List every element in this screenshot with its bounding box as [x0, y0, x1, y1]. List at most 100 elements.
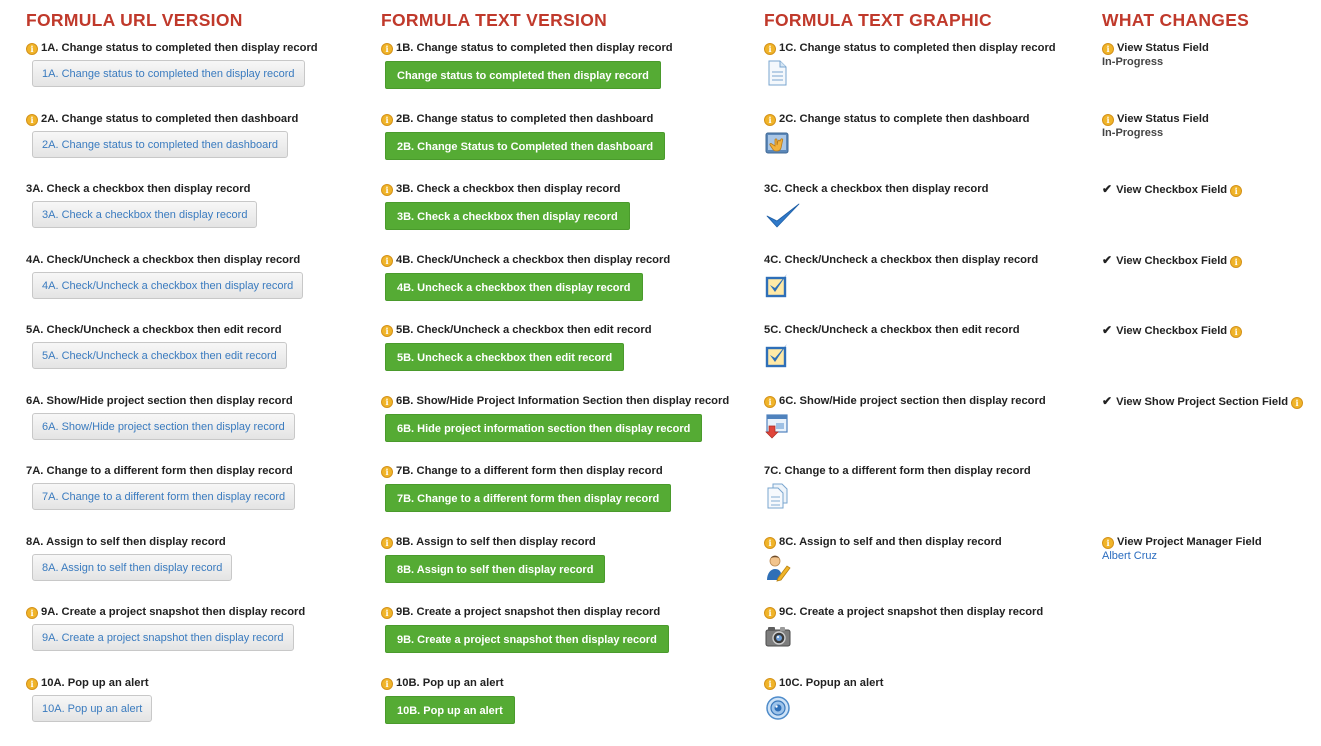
url-action-button[interactable]: 8A. Assign to self then display record	[32, 554, 233, 581]
checked-box-icon[interactable]	[765, 272, 789, 298]
info-icon[interactable]: i	[764, 537, 776, 549]
what-changes-field-name: View Checkbox Field	[1116, 255, 1228, 267]
what-changes-cell: i View Status Field In-Progress	[1102, 112, 1321, 182]
text-version-label-text: 9B. Create a project snapshot then displ…	[396, 606, 661, 618]
info-icon[interactable]: i	[381, 114, 393, 126]
info-icon[interactable]: i	[764, 396, 776, 408]
text-action-button[interactable]: 3B. Check a checkbox then display record	[385, 202, 630, 230]
url-action-button[interactable]: 5A. Check/Uncheck a checkbox then edit r…	[32, 342, 287, 369]
url-version-title: FORMULA URL VERSION	[26, 10, 243, 30]
info-icon[interactable]: i	[1102, 43, 1114, 55]
what-changes-cell: i View Project Manager Field Albert Cruz	[1102, 535, 1321, 605]
text-graphic-label: 5C. Check/Uncheck a checkbox then edit r…	[764, 323, 1020, 337]
text-action-button[interactable]: 8B. Assign to self then display record	[385, 555, 606, 583]
text-graphic-label-text: 4C. Check/Uncheck a checkbox then displa…	[764, 254, 1039, 266]
info-icon[interactable]: i	[381, 396, 393, 408]
text-graphic-label-text: 2C. Change status to complete then dashb…	[779, 113, 1030, 125]
text-action-button[interactable]: Change status to completed then display …	[385, 61, 661, 89]
url-version-cell: 7A. Change to a different form then disp…	[26, 464, 371, 534]
info-icon[interactable]: i	[1102, 537, 1114, 549]
info-icon[interactable]: i	[1230, 326, 1243, 338]
checkmark-icon[interactable]	[765, 201, 800, 228]
info-icon[interactable]: i	[764, 114, 776, 126]
document-icon[interactable]	[765, 60, 789, 86]
checkmark-icon: ✔	[1102, 323, 1113, 337]
field-value-link[interactable]: Albert Cruz	[1102, 550, 1157, 562]
info-icon[interactable]: i	[381, 607, 393, 619]
text-action-button[interactable]: 10B. Pop up an alert	[385, 696, 515, 724]
url-version-label: 7A. Change to a different form then disp…	[26, 464, 293, 478]
text-action-button[interactable]: 4B. Uncheck a checkbox then display reco…	[385, 273, 643, 301]
info-icon[interactable]: i	[26, 678, 38, 690]
url-action-button[interactable]: 2A. Change status to completed then dash…	[32, 131, 289, 158]
speaker-icon[interactable]	[765, 695, 790, 721]
text-graphic-cell: 7C. Change to a different form then disp…	[764, 464, 1094, 534]
text-graphic-label-text: 8C. Assign to self and then display reco…	[779, 536, 1002, 548]
text-version-label-text: 10B. Pop up an alert	[396, 677, 504, 689]
what-changes-title: WHAT CHANGES	[1102, 10, 1250, 30]
text-action-button[interactable]: 7B. Change to a different form then disp…	[385, 484, 672, 512]
info-icon[interactable]: i	[764, 678, 776, 690]
url-action-button[interactable]: 7A. Change to a different form then disp…	[32, 483, 296, 510]
text-version-cell: i 1B. Change status to completed then dis…	[381, 41, 761, 111]
info-icon[interactable]: i	[381, 325, 393, 337]
info-icon[interactable]: i	[381, 184, 393, 196]
checked-box-icon[interactable]	[765, 342, 789, 368]
url-action-button[interactable]: 6A. Show/Hide project section then displ…	[32, 413, 295, 440]
info-icon[interactable]: i	[1102, 114, 1114, 126]
url-version-label-text: 9A. Create a project snapshot then displ…	[41, 606, 306, 618]
url-version-label-text: 10A. Pop up an alert	[41, 677, 149, 689]
text-graphic-cell: i 1C. Change status to completed then dis…	[764, 41, 1094, 111]
text-graphic-label: i 10C. Popup an alert	[764, 676, 883, 690]
window-arrow-icon[interactable]	[765, 413, 789, 439]
camera-icon[interactable]	[765, 624, 791, 650]
what-changes-field-name: View Show Project Section Field	[1116, 396, 1289, 408]
text-version-label: i 7B. Change to a different form then dis…	[381, 464, 663, 478]
documents-icon[interactable]	[765, 483, 789, 509]
dashboard-hand-icon[interactable]	[765, 131, 789, 157]
text-version-label: i 2B. Change status to completed then das…	[381, 112, 653, 126]
info-icon[interactable]: i	[1230, 185, 1243, 197]
info-icon[interactable]: i	[381, 255, 393, 267]
text-version-cell: i 3B. Check a checkbox then display recor…	[381, 182, 761, 252]
url-action-button[interactable]: 9A. Create a project snapshot then displ…	[32, 624, 294, 651]
info-icon[interactable]: i	[26, 114, 38, 126]
text-graphic-label: 7C. Change to a different form then disp…	[764, 464, 1031, 478]
url-version-label-text: 3A. Check a checkbox then display record	[26, 183, 251, 195]
url-version-label-text: 5A. Check/Uncheck a checkbox then edit r…	[26, 324, 282, 336]
url-version-label: 5A. Check/Uncheck a checkbox then edit r…	[26, 323, 282, 337]
url-action-button[interactable]: 4A. Check/Uncheck a checkbox then displa…	[32, 272, 304, 299]
text-version-label-text: 3B. Check a checkbox then display record	[396, 183, 621, 195]
text-action-button[interactable]: 6B. Hide project information section the…	[385, 414, 703, 442]
text-version-label: i 8B. Assign to self then display record	[381, 535, 596, 549]
info-icon[interactable]: i	[1291, 397, 1304, 409]
info-icon[interactable]: i	[1230, 256, 1243, 268]
user-edit-icon[interactable]	[765, 554, 791, 582]
info-icon[interactable]: i	[381, 466, 393, 478]
url-action-button[interactable]: 1A. Change status to completed then disp…	[32, 60, 305, 87]
info-icon[interactable]: i	[764, 607, 776, 619]
text-action-button[interactable]: 5B. Uncheck a checkbox then edit record	[385, 343, 625, 371]
url-version-label-text: 8A. Assign to self then display record	[26, 536, 226, 548]
text-graphic-cell: i 9C. Create a project snapshot then disp…	[764, 605, 1094, 675]
info-icon[interactable]: i	[381, 678, 393, 690]
text-action-button[interactable]: 9B. Create a project snapshot then displ…	[385, 625, 669, 653]
url-action-button[interactable]: 3A. Check a checkbox then display record	[32, 201, 258, 228]
text-graphic-label: i 2C. Change status to complete then dash…	[764, 112, 1030, 126]
text-graphic-cell: i 10C. Popup an alert	[764, 676, 1094, 746]
text-action-button[interactable]: 2B. Change Status to Completed then dash…	[385, 132, 666, 160]
what-changes-label: ✔ View Checkbox Field i	[1102, 253, 1243, 268]
info-icon[interactable]: i	[381, 537, 393, 549]
text-graphic-label: i 1C. Change status to completed then dis…	[764, 41, 1056, 55]
what-changes-cell: ✔ View Checkbox Field i	[1102, 182, 1321, 252]
url-action-button[interactable]: 10A. Pop up an alert	[32, 695, 153, 722]
url-version-cell: i 1A. Change status to completed then dis…	[26, 41, 371, 111]
url-version-label-text: 4A. Check/Uncheck a checkbox then displa…	[26, 254, 301, 266]
text-graphic-label-text: 7C. Change to a different form then disp…	[764, 465, 1031, 477]
info-icon[interactable]: i	[764, 43, 776, 55]
info-icon[interactable]: i	[381, 43, 393, 55]
info-icon[interactable]: i	[26, 43, 38, 55]
info-icon[interactable]: i	[26, 607, 38, 619]
text-version-label-text: 7B. Change to a different form then disp…	[396, 465, 663, 477]
what-changes-cell: ✔ View Checkbox Field i	[1102, 323, 1321, 393]
